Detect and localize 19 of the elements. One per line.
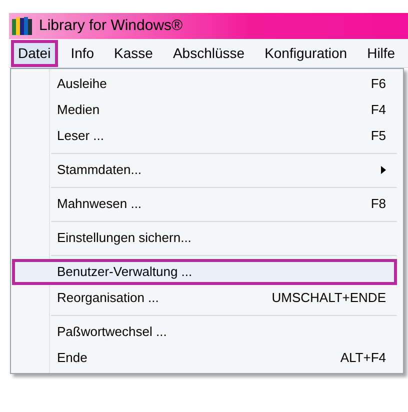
menu-bar-item[interactable]: Konfiguration bbox=[258, 40, 354, 66]
menu-item[interactable]: Ende ALT+F4 bbox=[12, 345, 397, 371]
menu-bar-item[interactable]: Info bbox=[64, 40, 102, 66]
menu-bar-item[interactable]: Datei bbox=[11, 40, 58, 66]
menu-bar-item[interactable]: Kasse bbox=[107, 40, 160, 66]
menu-item[interactable]: Einstellungen sichern... bbox=[12, 225, 397, 251]
menu-bar-item[interactable]: Abschlüsse bbox=[166, 40, 252, 66]
menu-bar-item[interactable]: Hilfe bbox=[360, 40, 402, 66]
menu-item[interactable]: Paßwortwechsel ... bbox=[12, 319, 397, 345]
menu-item[interactable]: Benutzer-Verwaltung ... bbox=[12, 259, 397, 285]
submenu-arrow-icon bbox=[381, 166, 386, 174]
books-icon bbox=[11, 16, 33, 36]
menu-item[interactable]: Medien F4 bbox=[12, 97, 397, 123]
menu-item[interactable]: Ausleihe F6 bbox=[12, 71, 397, 97]
menu-item[interactable]: Reorganisation ... UMSCHALT+ENDE bbox=[12, 285, 397, 311]
window-title: Library for Windows® bbox=[39, 16, 183, 36]
menu-item[interactable]: Leser ... F5 bbox=[12, 123, 397, 149]
menu-item[interactable]: Stammdaten... bbox=[12, 157, 397, 183]
menu-item[interactable]: Mahnwesen ... F8 bbox=[12, 191, 397, 217]
